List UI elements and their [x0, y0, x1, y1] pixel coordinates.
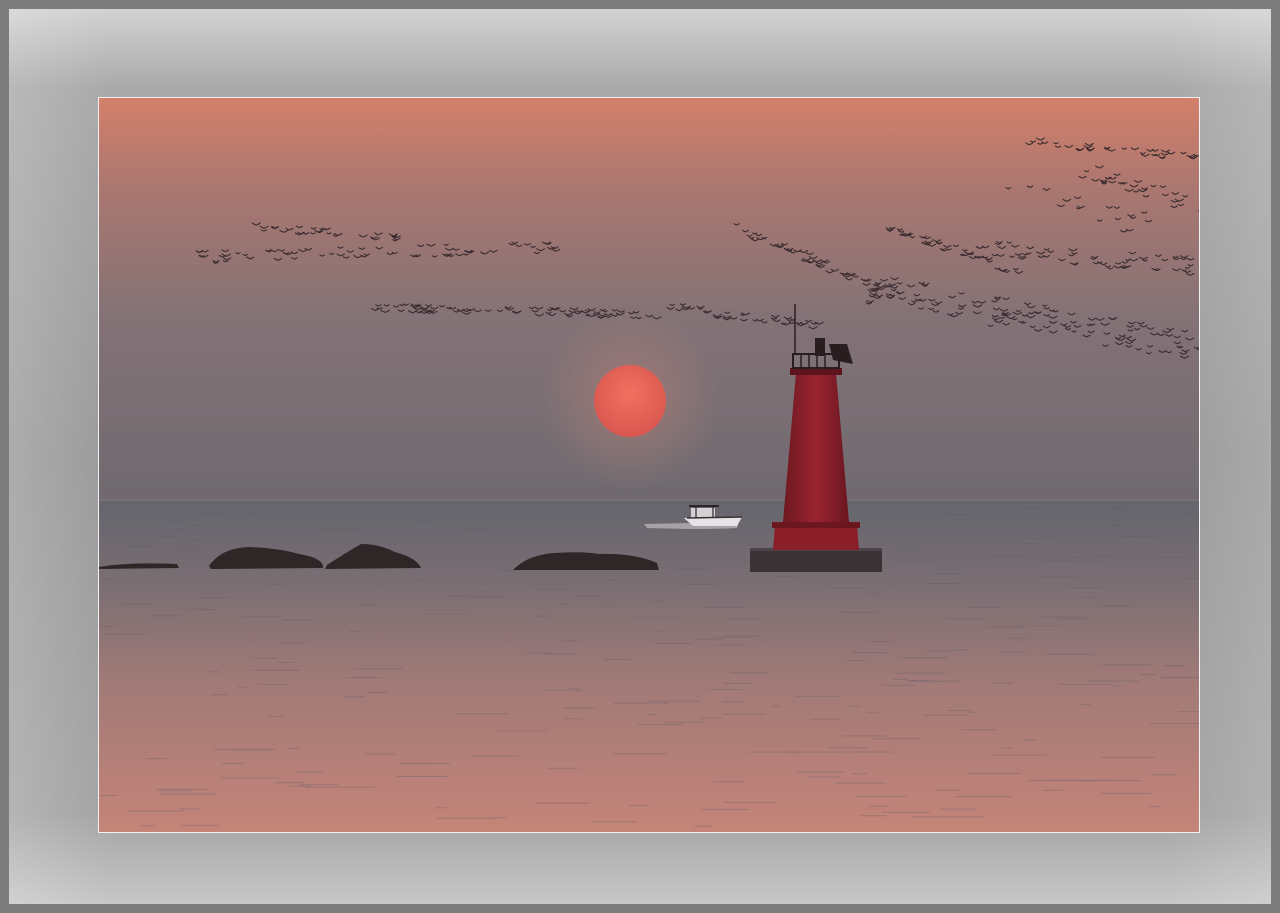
- setting-sun: [594, 365, 666, 437]
- picture-frame: [0, 0, 1280, 913]
- sunset-seascape: [99, 98, 1199, 832]
- horizon-line: [99, 499, 1199, 501]
- photograph: [98, 97, 1200, 833]
